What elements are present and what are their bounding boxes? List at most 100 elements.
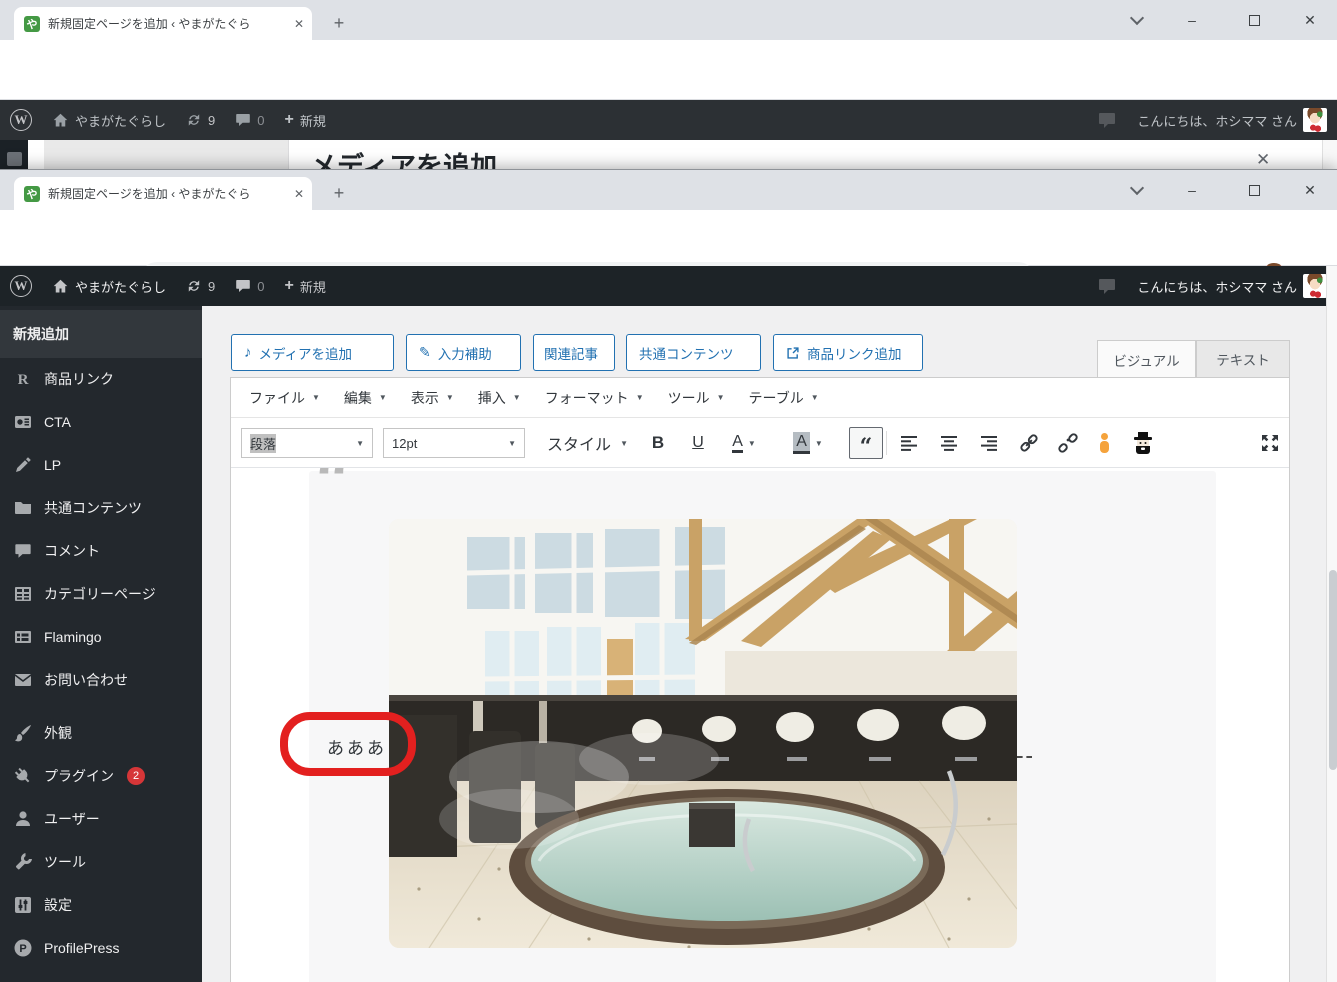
resize-dots[interactable] [1017,756,1032,758]
modal-close-icon[interactable]: ✕ [1256,150,1270,170]
blockquote-button[interactable]: “ [849,427,883,459]
new-tab-button[interactable]: + [326,10,352,36]
media-icon [7,152,22,166]
fullscreen-button[interactable] [1253,427,1287,459]
sidebar-item-tools[interactable]: ツール [0,840,202,883]
close-button[interactable]: ✕ [1295,176,1325,204]
tab-visual[interactable]: ビジュアル [1097,340,1196,378]
shared-content-button[interactable]: 共通コンテンツ [626,334,761,371]
chevron-down-icon: ▼ [717,393,725,402]
tab-strip: や 新規固定ページを追加 ‹ やまがたぐら ✕ + – ✕ [0,170,1337,210]
menu-file[interactable]: ファイル▼ [237,378,332,417]
menu-format[interactable]: フォーマット▼ [533,378,656,417]
add-media-button[interactable]: ♪ メディアを追加 [231,334,394,371]
text-color-button[interactable]: A▼ [721,427,767,459]
unlink-button[interactable] [1051,427,1085,459]
sidebar-item-profilepress[interactable]: P ProfilePress [0,926,202,969]
r-icon: R [13,369,33,389]
tab-text[interactable]: テキスト [1196,340,1290,378]
howdy-item[interactable]: こんにちは、ホシママ さん [1127,266,1337,306]
menu-edit[interactable]: 編集▼ [332,378,399,417]
input-assist-button[interactable]: ✎ 入力補助 [406,334,521,371]
howdy-item[interactable]: こんにちは、ホシママ さん [1127,100,1337,140]
close-button[interactable]: ✕ [1295,6,1325,34]
menu-tools[interactable]: ツール▼ [656,378,737,417]
editor-content[interactable]: “ [231,468,1289,982]
maximize-button[interactable] [1239,176,1269,204]
plus-icon: + [284,277,293,295]
align-center-button[interactable] [932,427,966,459]
sidebar-item-settings[interactable]: 設定 [0,883,202,926]
site-home-link[interactable]: やまがたぐらし [42,266,176,306]
profilepress-icon: P [13,938,33,958]
new-tab-button[interactable]: + [326,180,352,206]
comments-item[interactable]: 0 [225,266,274,306]
hat-man-icon-button[interactable] [1125,427,1161,459]
tab-title: 新規固定ページを追加 ‹ やまがたぐら [48,185,286,202]
sidebar-item-cta[interactable]: CTA [0,400,202,443]
chevron-down-icon: ▼ [815,439,823,448]
bold-button[interactable]: B [641,427,675,459]
tab-search-chevron-icon[interactable] [1122,176,1152,204]
comment-icon [13,541,33,561]
wordpress-logo-icon[interactable]: W [0,266,42,306]
sidebar-item-comments[interactable]: コメント [0,529,202,572]
new-label: 新規 [300,277,326,296]
browser-tab[interactable]: や 新規固定ページを追加 ‹ やまがたぐら ✕ [14,177,312,210]
updates-item[interactable]: 9 [176,100,225,140]
orange-i-icon-button[interactable] [1091,427,1117,459]
highlight-color-button[interactable]: A▼ [783,427,833,459]
align-right-button[interactable] [972,427,1006,459]
scrollbar-thumb[interactable] [1329,570,1337,770]
sidebar-item-contact[interactable]: お問い合わせ [0,658,202,701]
back-browser-tab[interactable]: や 新規固定ページを追加 ‹ やまがたぐら ✕ [14,7,312,40]
sidebar-item-shared-content[interactable]: 共通コンテンツ [0,486,202,529]
block-format-select[interactable]: 段落▼ [241,428,373,458]
bathhouse-image[interactable] [389,519,1017,948]
tab-close-icon[interactable]: ✕ [294,17,304,31]
sidebar-item-flamingo[interactable]: Flamingo [0,615,202,658]
sidebar-item-plugins[interactable]: プラグイン 2 [0,754,202,797]
tab-close-icon[interactable]: ✕ [294,187,304,201]
new-content-item[interactable]: + 新規 [274,266,335,306]
media-note-icon: ♪ [244,344,252,361]
adminbar-avatar [1303,108,1327,132]
underline-button[interactable]: U [681,427,715,459]
wrench-icon [13,852,33,872]
menu-view[interactable]: 表示▼ [399,378,466,417]
sidebar-item-category-page[interactable]: カテゴリーページ [0,572,202,615]
sidebar-item-appearance[interactable]: 外観 [0,711,202,754]
modal-side-panel [44,140,289,174]
page-scrollbar[interactable] [1326,266,1337,982]
font-size-select[interactable]: 12pt▼ [383,428,525,458]
menu-table[interactable]: テーブル▼ [737,378,831,417]
align-left-button[interactable] [892,427,926,459]
admin-sidebar: 新規追加 R 商品リンク CTA LP 共通コンテンツ コメント カテゴリーペー… [0,306,202,982]
greeting-text: こんにちは、ホシママ さん [1137,277,1297,296]
list-icon [13,627,33,647]
chevron-down-icon: ▼ [379,393,387,402]
related-posts-button[interactable]: 関連記事 [533,334,615,371]
comments-item[interactable]: 0 [225,100,274,140]
maximize-button[interactable] [1239,6,1269,34]
sidebar-item-users[interactable]: ユーザー [0,797,202,840]
minimize-button[interactable]: – [1177,6,1207,34]
wordpress-logo-icon[interactable]: W [0,100,42,140]
link-button[interactable] [1012,427,1046,459]
updates-item[interactable]: 9 [176,266,225,306]
external-link-icon [786,346,800,360]
styles-dropdown[interactable]: スタイル▼ [539,428,636,458]
menu-insert[interactable]: 挿入▼ [466,378,533,417]
back-page-scrollbar[interactable] [1322,140,1337,174]
product-link-add-button[interactable]: 商品リンク追加 [773,334,923,371]
updates-icon [186,278,202,294]
chevron-down-icon: ▼ [446,393,454,402]
sidebar-item-lp[interactable]: LP [0,443,202,486]
site-home-link[interactable]: やまがたぐらし [42,100,176,140]
minimize-button[interactable]: – [1177,176,1207,204]
sidebar-item-add-new[interactable]: 新規追加 [0,310,202,358]
sidebar-item-product-link[interactable]: R 商品リンク [0,357,202,400]
mce-menubar: ファイル▼ 編集▼ 表示▼ 挿入▼ フォーマット▼ ツール▼ テーブル▼ [231,378,1289,418]
new-content-item[interactable]: + 新規 [274,100,335,140]
tab-search-chevron-icon[interactable] [1122,6,1152,34]
